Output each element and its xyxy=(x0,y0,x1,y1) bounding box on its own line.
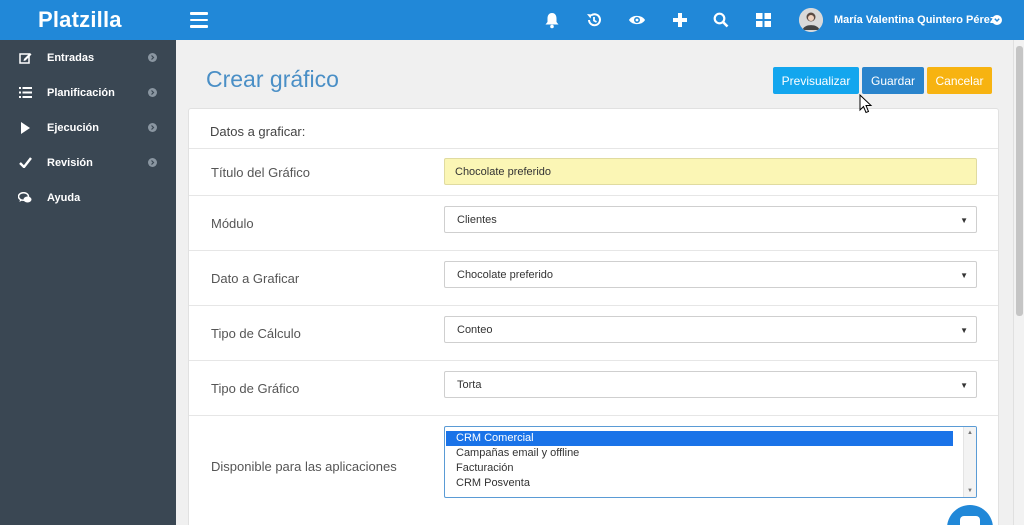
grid-icon[interactable] xyxy=(753,10,773,30)
list-item[interactable]: CRM Posventa xyxy=(446,476,976,491)
form-row-calc: Tipo de Cálculo Conteo ▼ xyxy=(189,306,998,361)
data-select[interactable]: Chocolate preferido ▼ xyxy=(444,261,977,288)
field-label: Disponible para las aplicaciones xyxy=(211,459,397,474)
mouse-cursor-icon xyxy=(859,93,873,114)
chat-icon xyxy=(18,191,32,205)
field-label: Módulo xyxy=(211,216,254,231)
sidebar-item-planificacion[interactable]: Planificación xyxy=(0,75,176,110)
chevron-right-icon xyxy=(148,158,157,167)
plus-icon[interactable] xyxy=(670,10,690,30)
form-row-title: Título del Gráfico Chocolate preferido xyxy=(189,149,998,196)
caret-down-icon: ▼ xyxy=(960,381,968,390)
field-label: Título del Gráfico xyxy=(211,165,310,180)
field-label: Tipo de Cálculo xyxy=(211,326,301,341)
scroll-up-icon[interactable]: ▲ xyxy=(967,430,973,436)
search-icon[interactable] xyxy=(711,10,731,30)
caret-down-icon: ▼ xyxy=(960,216,968,225)
chevron-down-icon[interactable] xyxy=(992,15,1002,25)
list-item[interactable]: Campañas email y offline xyxy=(446,446,976,461)
form-card: Datos a graficar: Título del Gráfico Cho… xyxy=(188,108,999,525)
select-value: Chocolate preferido xyxy=(457,268,554,281)
preview-button[interactable]: Previsualizar xyxy=(773,67,859,94)
field-label: Tipo de Gráfico xyxy=(211,381,300,396)
play-icon xyxy=(18,121,32,135)
save-button[interactable]: Guardar xyxy=(862,67,924,94)
edit-icon xyxy=(18,51,32,65)
caret-down-icon: ▼ xyxy=(960,271,968,280)
user-name[interactable]: María Valentina Quintero Pérez xyxy=(834,14,995,26)
avatar[interactable] xyxy=(799,8,823,32)
field-label: Dato a Graficar xyxy=(211,271,300,286)
chevron-right-icon xyxy=(148,53,157,62)
section-title: Datos a graficar: xyxy=(210,124,306,139)
sidebar-item-label: Ayuda xyxy=(47,191,81,204)
caret-down-icon: ▼ xyxy=(960,326,968,335)
page-scrollbar[interactable] xyxy=(1013,40,1024,525)
eye-icon[interactable] xyxy=(627,10,647,30)
cancel-button[interactable]: Cancelar xyxy=(927,67,992,94)
sidebar-item-ejecucion[interactable]: Ejecución xyxy=(0,110,176,145)
page-title: Crear gráfico xyxy=(206,66,339,92)
select-value: Clientes xyxy=(457,213,497,226)
form-row-chart-type: Tipo de Gráfico Torta ▼ xyxy=(189,361,998,416)
chart-type-select[interactable]: Torta ▼ xyxy=(444,371,977,398)
listbox-scrollbar[interactable]: ▲ ▼ xyxy=(963,427,976,497)
top-bar: María Valentina Quintero Pérez xyxy=(176,0,1024,40)
list-item[interactable]: CRM Comercial xyxy=(446,431,953,446)
chevron-right-icon xyxy=(148,123,157,132)
chat-icon xyxy=(960,516,980,525)
module-select[interactable]: Clientes ▼ xyxy=(444,206,977,233)
select-value: Conteo xyxy=(457,323,493,336)
calc-type-select[interactable]: Conteo ▼ xyxy=(444,316,977,343)
scrollbar-thumb[interactable] xyxy=(1016,46,1023,316)
list-icon xyxy=(18,86,32,100)
list-item[interactable]: Facturación xyxy=(446,461,976,476)
history-icon[interactable] xyxy=(584,10,604,30)
check-icon xyxy=(18,156,32,170)
form-row-module: Módulo Clientes ▼ xyxy=(189,196,998,251)
chevron-right-icon xyxy=(148,88,157,97)
sidebar-item-entradas[interactable]: Entradas xyxy=(0,40,176,75)
sidebar-item-revision[interactable]: Revisión xyxy=(0,145,176,180)
apps-listbox[interactable]: CRM Comercial Campañas email y offline F… xyxy=(444,426,977,498)
scroll-down-icon[interactable]: ▼ xyxy=(967,488,973,494)
card-header: Datos a graficar: xyxy=(189,109,998,149)
brand-logo[interactable]: Platzilla xyxy=(0,0,176,40)
sidebar-item-ayuda[interactable]: Ayuda xyxy=(0,180,176,215)
menu-icon[interactable] xyxy=(190,12,208,28)
bell-icon[interactable] xyxy=(542,10,562,30)
form-row-data: Dato a Graficar Chocolate preferido ▼ xyxy=(189,251,998,306)
chart-title-input[interactable]: Chocolate preferido xyxy=(444,158,977,185)
sidebar: Platzilla Entradas Planificación Ejecuci… xyxy=(0,0,176,525)
select-value: Torta xyxy=(457,378,482,391)
